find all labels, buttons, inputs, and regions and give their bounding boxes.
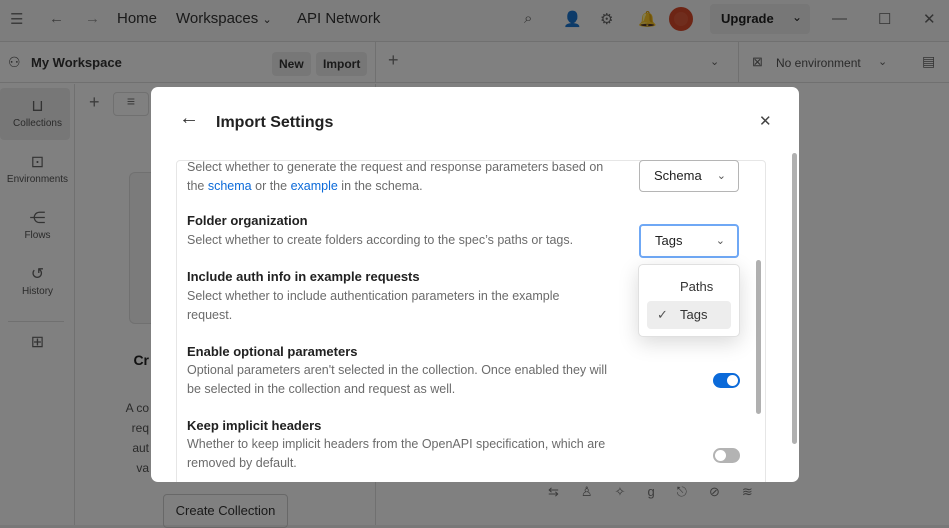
toggle-knob xyxy=(727,375,738,386)
empty-text: A co xyxy=(125,401,149,415)
nav-label: Environments xyxy=(6,174,69,185)
minimize-icon[interactable]: — xyxy=(832,10,847,27)
nav-label: Collections xyxy=(13,118,62,129)
tabs-chevron-icon[interactable]: ⌄ xyxy=(710,55,719,68)
nav-history[interactable]: ↺ History xyxy=(0,264,75,297)
nav-collections[interactable]: ⊔ Collections xyxy=(0,96,75,129)
no-environment-icon: ⊠ xyxy=(752,54,763,69)
optional-params-title: Enable optional parameters xyxy=(187,344,358,359)
select-value: Tags xyxy=(655,233,683,248)
new-tab-icon[interactable]: + xyxy=(388,50,399,71)
api-network-link[interactable]: API Network xyxy=(297,10,380,27)
back-icon[interactable]: ← xyxy=(49,10,64,27)
check-icon: ✓ xyxy=(657,307,668,322)
nav-label: History xyxy=(21,286,54,297)
maximize-icon[interactable]: ☐ xyxy=(878,10,891,28)
inner-scrollbar[interactable] xyxy=(756,260,761,414)
implicit-headers-toggle[interactable] xyxy=(713,448,740,463)
implicit-headers-desc: Whether to keep implicit headers from th… xyxy=(187,437,606,470)
new-button[interactable]: New xyxy=(272,52,311,76)
flows-icon: ⋲ xyxy=(29,210,46,227)
left-nav: ⊔ Collections ⊡ Environments ⋲ Flows ↺ Histo… xyxy=(0,84,75,525)
create-collection-button[interactable]: Create Collection xyxy=(163,494,288,528)
divider xyxy=(375,42,376,82)
close-icon[interactable]: ✕ xyxy=(759,112,772,130)
workspace-name[interactable]: My Workspace xyxy=(31,55,122,70)
parameter-generation-desc: Select whether to generate the request a… xyxy=(187,158,617,196)
top-bar: ☰ ← → Home Workspaces ⌄ API Network ⌕ 👤 … xyxy=(0,0,949,42)
optional-params-desc: Optional parameters aren't selected in t… xyxy=(187,363,607,396)
modal-scrollbar[interactable] xyxy=(792,153,797,444)
add-collection-icon[interactable]: + xyxy=(89,92,100,113)
configure-nav-button[interactable]: ⊞ xyxy=(0,332,75,354)
workspaces-menu[interactable]: Workspaces ⌄ xyxy=(176,10,272,27)
chevron-down-icon: ⌄ xyxy=(715,235,725,247)
auth-info-title: Include auth info in example requests xyxy=(187,269,420,284)
environment-icon: ⊡ xyxy=(30,154,45,171)
apps-add-icon: ⊞ xyxy=(30,334,45,351)
option-label: Paths xyxy=(680,279,714,294)
modal-title: Import Settings xyxy=(216,114,334,131)
upgrade-label: Upgrade xyxy=(721,11,774,26)
desc-text: or the xyxy=(251,179,291,193)
environment-selector[interactable]: No environment xyxy=(776,56,861,70)
option-label: Tags xyxy=(680,307,708,322)
nav-label: Flows xyxy=(24,230,51,241)
folder-organization-title: Folder organization xyxy=(187,213,308,228)
workspace-bar: ⚇ My Workspace New Import + ⌄ ⊠ No envir… xyxy=(0,42,949,83)
home-link[interactable]: Home xyxy=(117,10,157,27)
quick-start-icons: ⇆♙✧g⎋⊘≋ xyxy=(548,484,775,499)
folder-organization-dropdown: Paths ✓ Tags xyxy=(638,264,740,337)
chevron-down-icon[interactable]: ⌄ xyxy=(878,55,887,68)
close-window-icon[interactable]: ✕ xyxy=(923,10,936,28)
empty-text: va xyxy=(136,461,149,475)
desc-text: in the schema. xyxy=(337,179,423,193)
toggle-knob xyxy=(715,450,726,461)
import-button[interactable]: Import xyxy=(316,52,368,76)
user-icon: ⚇ xyxy=(8,54,21,70)
optional-params-toggle[interactable] xyxy=(713,373,740,388)
example-link[interactable]: example xyxy=(291,179,338,193)
avatar[interactable] xyxy=(669,7,693,31)
menu-icon[interactable]: ☰ xyxy=(10,10,23,28)
chevron-down-icon: ⌄ xyxy=(262,14,272,26)
variables-icon[interactable]: ▤ xyxy=(922,53,935,70)
workspaces-label: Workspaces xyxy=(176,10,259,27)
forward-icon[interactable]: → xyxy=(85,10,100,27)
nav-environments[interactable]: ⊡ Environments xyxy=(0,152,75,185)
empty-heading: Cr xyxy=(133,352,149,368)
upgrade-button[interactable]: Upgrade ⌄ xyxy=(710,4,810,34)
divider xyxy=(8,321,64,322)
nav-flows[interactable]: ⋲ Flows xyxy=(0,208,75,241)
auth-info-desc: Select whether to include authentication… xyxy=(187,289,560,322)
option-tags[interactable]: ✓ Tags xyxy=(647,301,731,329)
chevron-down-icon[interactable]: ⌄ xyxy=(792,10,802,24)
empty-text: aut xyxy=(132,441,149,455)
empty-text: req xyxy=(131,421,149,435)
trash-bin-icon: ⊔ xyxy=(31,98,44,115)
search-icon[interactable]: ⌕ xyxy=(524,10,532,27)
history-icon: ↺ xyxy=(30,266,45,283)
divider xyxy=(738,42,739,82)
option-paths[interactable]: Paths xyxy=(647,273,731,301)
select-value: Schema xyxy=(654,168,702,183)
collection-illustration xyxy=(129,172,151,324)
folder-organization-select[interactable]: Tags ⌄ xyxy=(639,224,739,258)
parameter-generation-select[interactable]: Schema ⌄ xyxy=(639,160,739,192)
folder-organization-desc: Select whether to create folders accordi… xyxy=(187,233,574,247)
chevron-down-icon: ⌄ xyxy=(716,170,726,182)
add-user-icon[interactable]: 👤 xyxy=(563,10,582,28)
implicit-headers-title: Keep implicit headers xyxy=(187,418,322,433)
back-arrow-icon[interactable]: ← xyxy=(179,107,199,130)
schema-link[interactable]: schema xyxy=(208,179,252,193)
gear-icon[interactable]: ⚙ xyxy=(600,10,613,28)
filter-icon[interactable]: ≡ xyxy=(113,92,149,116)
bell-icon[interactable]: 🔔 xyxy=(638,10,657,28)
